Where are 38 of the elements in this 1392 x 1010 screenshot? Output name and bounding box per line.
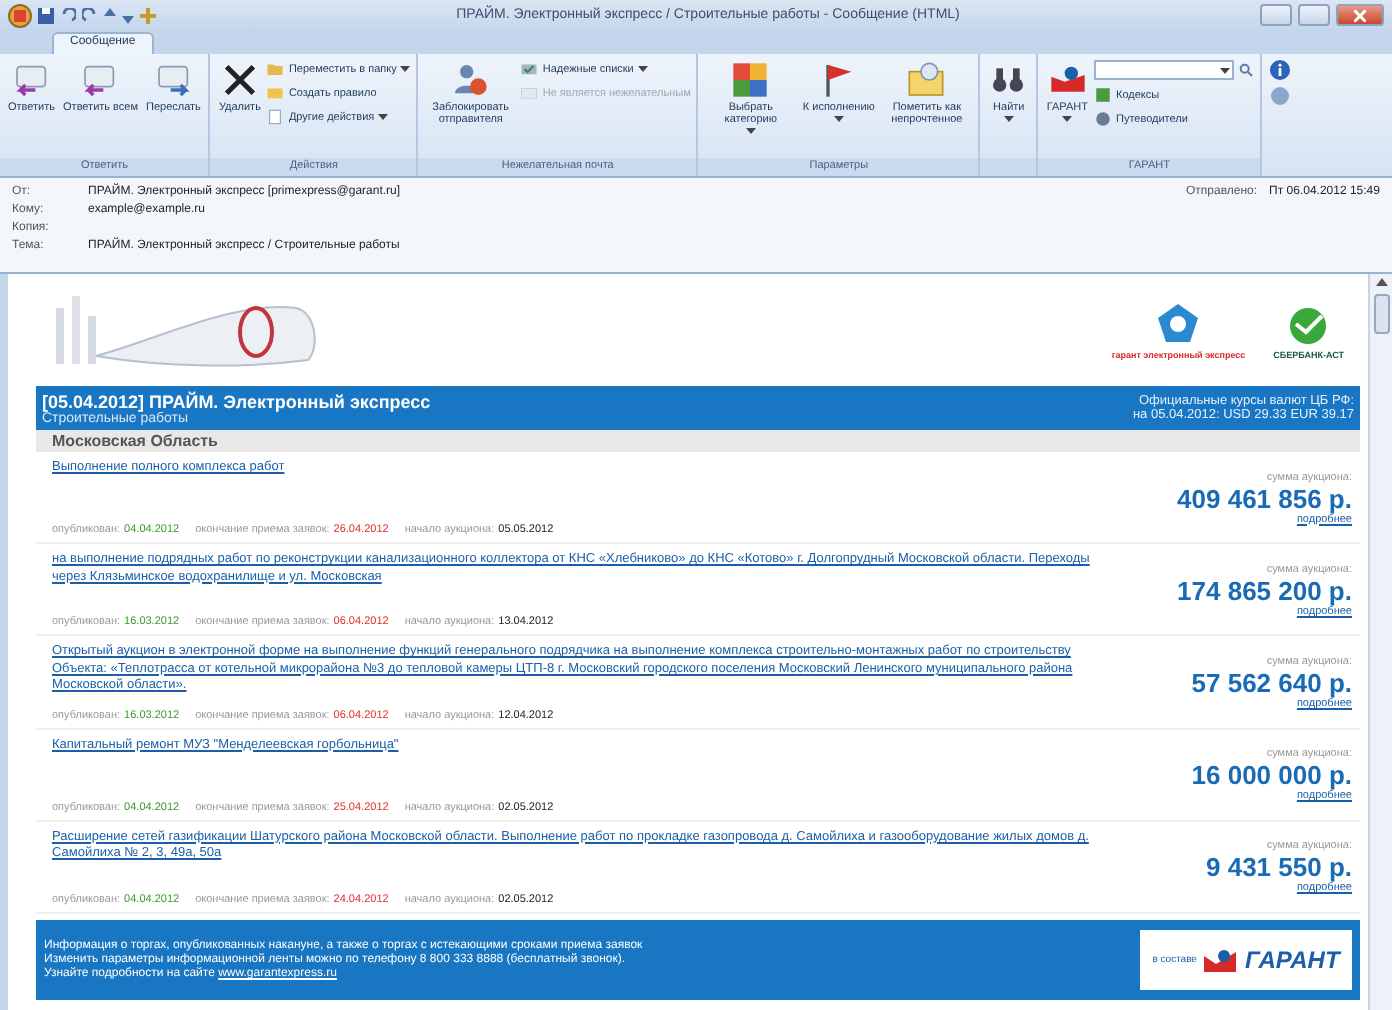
caret-icon <box>1220 67 1230 73</box>
auction-amount: 9 431 550 р. <box>1206 852 1352 883</box>
envelope-arrow-icon <box>153 60 194 100</box>
vertical-scrollbar[interactable] <box>1368 274 1392 1010</box>
delete-icon <box>219 60 260 100</box>
minimize-button[interactable] <box>1260 4 1292 26</box>
envelope-check-icon <box>520 60 539 78</box>
garant-emblem-icon <box>1204 948 1237 973</box>
group-label-bar <box>980 158 1037 176</box>
envelope-arrow-icon <box>11 60 52 100</box>
auction-amount: 409 461 856 р. <box>1177 483 1352 514</box>
scroll-thumb[interactable] <box>1373 294 1389 334</box>
logo-wordmark: ГАРАНТ <box>1244 946 1340 975</box>
maximize-button[interactable] <box>1298 4 1330 26</box>
document-icon <box>266 108 285 126</box>
envelope-icon <box>520 84 539 102</box>
envelope-icon <box>266 84 285 102</box>
info-icon[interactable] <box>1270 60 1290 80</box>
close-button[interactable] <box>1336 4 1384 26</box>
region-heading: Московская Область <box>36 430 1360 452</box>
auction-amount: 16 000 000 р. <box>1191 760 1352 791</box>
search-icon <box>1238 62 1254 78</box>
office-button-icon[interactable] <box>8 3 32 27</box>
sberbank-logo-icon <box>1288 305 1329 345</box>
folder-icon <box>266 60 285 78</box>
scroll-up-icon[interactable] <box>1375 278 1387 286</box>
search-field[interactable] <box>1094 60 1234 80</box>
redo-icon[interactable] <box>82 7 98 23</box>
close-icon <box>1354 9 1366 21</box>
auction-amount: 57 562 640 р. <box>1191 668 1352 698</box>
envelope-icon <box>906 60 947 100</box>
save-icon[interactable] <box>38 7 54 23</box>
newsletter-title: [05.04.2012] ПРАЙМ. Электронный экспресс <box>42 391 431 411</box>
undo-icon[interactable] <box>60 7 76 23</box>
color-squares-icon <box>730 60 771 100</box>
auction-amount: 174 865 200 р. <box>1177 575 1352 606</box>
person-block-icon <box>450 60 491 100</box>
move-icon[interactable] <box>140 7 156 23</box>
